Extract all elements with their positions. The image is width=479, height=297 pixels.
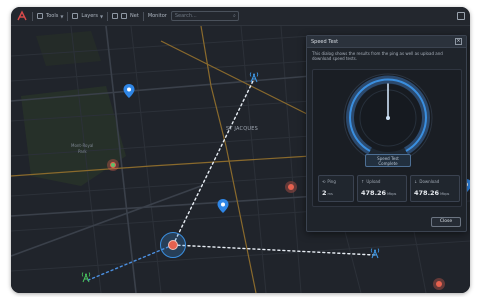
speed-test-dialog: Speed Test × This dialog shows the resul… [306, 35, 467, 232]
chevron-down-icon[interactable]: ▼ [60, 14, 63, 19]
tower-icon[interactable] [248, 71, 260, 83]
upload-label: Upload [366, 179, 381, 184]
menu-tools[interactable]: Tools [46, 13, 58, 19]
menu-monitor[interactable]: Monitor [148, 13, 167, 19]
ping-value: 2 [322, 189, 327, 197]
chevron-down-icon[interactable]: ▼ [100, 14, 103, 19]
toolbar-divider [142, 11, 144, 21]
menu-net[interactable]: Net [130, 13, 139, 19]
results-panel: Speed Test Complete ⟲ Ping 2ms ↑ Upload 47… [312, 69, 462, 207]
node-marker-core [288, 184, 294, 190]
hub-node-core [168, 240, 178, 250]
close-icon[interactable]: × [455, 38, 462, 45]
pin-tool-icon[interactable] [121, 13, 128, 19]
area-label: ST JACQUES [226, 126, 258, 132]
grid-icon[interactable] [112, 13, 119, 19]
ping-label: Ping [327, 179, 336, 184]
tower-icon[interactable] [80, 271, 92, 283]
place-label: Park [78, 149, 87, 154]
download-label: Download [419, 179, 440, 184]
layers-icon[interactable] [37, 13, 43, 19]
download-arrow-icon: ↓ [414, 179, 418, 184]
close-button[interactable]: Close [431, 217, 461, 227]
menu-layers[interactable]: Layers [81, 13, 98, 19]
ping-card: ⟲ Ping 2ms [318, 175, 354, 202]
upload-value: 478.26 [361, 189, 387, 197]
search-icon[interactable]: ⌕ [233, 13, 236, 19]
fullscreen-icon[interactable] [457, 12, 465, 20]
place-label: Mont-Royal [71, 143, 94, 148]
toolbar-divider [32, 11, 33, 21]
dialog-title: Speed Test [311, 38, 339, 45]
ping-unit: ms [327, 192, 333, 196]
dialog-description: This dialog shows the results from the p… [312, 51, 443, 61]
app-window: Tools ▼ Layers ▼ Net Monitor Search... ⌕ [11, 7, 470, 293]
toolbar: Tools ▼ Layers ▼ Net Monitor Search... ⌕ [11, 7, 470, 26]
dialog-header: Speed Test × [307, 36, 466, 48]
app-logo-icon[interactable] [16, 10, 28, 22]
upload-arrow-icon: ↑ [361, 179, 365, 184]
toolbar-divider [67, 11, 69, 21]
status-badge: Speed Test Complete [365, 154, 411, 167]
tower-icon[interactable] [369, 247, 381, 259]
location-pin-icon[interactable] [216, 198, 230, 214]
search-placeholder: Search... [174, 13, 197, 19]
node-marker-core [436, 281, 442, 287]
status-line: Complete [378, 161, 398, 166]
download-unit: Mbps [440, 192, 450, 196]
download-card: ↓ Download 478.26Mbps [410, 175, 460, 202]
upload-card: ↑ Upload 478.26Mbps [357, 175, 407, 202]
download-value: 478.26 [414, 189, 440, 197]
upload-unit: Mbps [387, 192, 397, 196]
ping-icon: ⟲ [322, 179, 326, 184]
search-input[interactable]: Search... ⌕ [170, 11, 239, 21]
location-pin-icon[interactable] [122, 83, 136, 99]
toolbar-divider [107, 11, 109, 21]
node-marker-core [110, 162, 116, 168]
map-icon[interactable] [72, 13, 79, 19]
